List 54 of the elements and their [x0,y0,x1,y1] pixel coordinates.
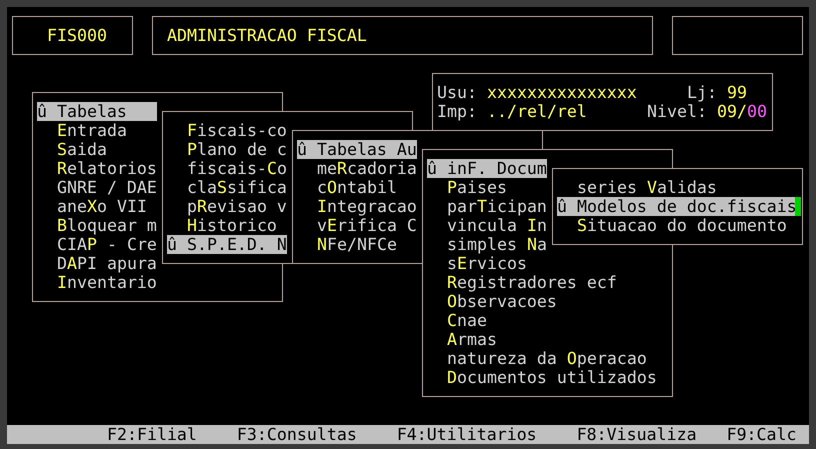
menu-item[interactable]: û S.P.E.D. N [167,235,287,254]
menu-item[interactable]: Armas [447,330,497,349]
menu-item[interactable]: û Tabelas [37,102,157,121]
menu-item[interactable]: claSsifica [187,178,287,197]
menu-item[interactable]: GNRE / DAE [57,178,157,197]
level-value: 09/00 [717,102,767,121]
function-key[interactable]: F2:Filial [107,425,197,444]
level-label: Nivel: [647,102,707,121]
menu-item[interactable]: simples Na [447,235,547,254]
menu-item[interactable]: Historico [187,216,277,235]
menu-item[interactable]: natureza da Operacao [447,349,647,368]
menu-item[interactable]: Saida [57,140,107,159]
menu-item[interactable]: sErvicos [447,254,527,273]
menu-item[interactable]: û Tabelas Au [297,140,417,159]
menu-item[interactable]: aneXo VII [57,197,147,216]
menu-item[interactable]: Observacoes [447,292,557,311]
menu-item[interactable]: Documentos utilizados [447,368,657,387]
menu-item[interactable]: Entrada [57,121,127,140]
function-key[interactable]: F3:Consultas [236,425,357,444]
menu-item[interactable]: Situacao do documento [577,216,787,235]
function-key[interactable]: F8:Visualiza [576,425,697,444]
user-value: xxxxxxxxxxxxxxx [487,83,637,102]
menu-item[interactable]: û inF. Docum [427,159,547,178]
menu-item[interactable]: pRevisao v [187,197,287,216]
program-title: ADMINISTRACAO FISCAL [167,26,367,45]
menu-item[interactable]: vErifica C [317,216,417,235]
menu-item[interactable]: series Validas [577,178,717,197]
printer-value: ../rel/rel [487,102,587,121]
menu-item[interactable]: Integracao [317,197,417,216]
store-value: 99 [727,83,747,102]
menu-item[interactable]: Fiscais-co [187,121,287,140]
store-label: Lj: [687,83,717,102]
menu-item[interactable]: vincula In [447,216,547,235]
menu-item[interactable]: CIAP - Cre [57,235,157,254]
menu-item[interactable]: cOntabil [317,178,397,197]
printer-label: Imp: [437,102,477,121]
menu-item[interactable]: meRcadoria [317,159,417,178]
menu-item[interactable]: Relatorios [57,159,157,178]
menu-item[interactable]: parTicipan [447,197,547,216]
text-cursor [795,197,801,216]
menu-item[interactable]: Paises [447,178,507,197]
menu-item[interactable]: Cnae [447,311,487,330]
function-key[interactable]: F4:Utilitarios [396,425,537,444]
program-code: FIS000 [47,26,107,45]
menu-item[interactable]: û Modelos de doc.fiscais [557,197,797,216]
menu-item[interactable]: NFe/NFCe [317,235,397,254]
menu-item[interactable]: Inventario [57,273,157,292]
menu-item[interactable]: Plano de c [187,140,287,159]
user-label: Usu: [437,83,477,102]
menu-item[interactable]: Registradores ecf [447,273,617,292]
menu-item[interactable]: Bloquear m [57,216,157,235]
menu-item[interactable]: fiscais-Co [187,159,287,178]
menu-item[interactable]: DAPI apura [57,254,157,273]
function-key[interactable]: F9:Calc [726,425,797,444]
